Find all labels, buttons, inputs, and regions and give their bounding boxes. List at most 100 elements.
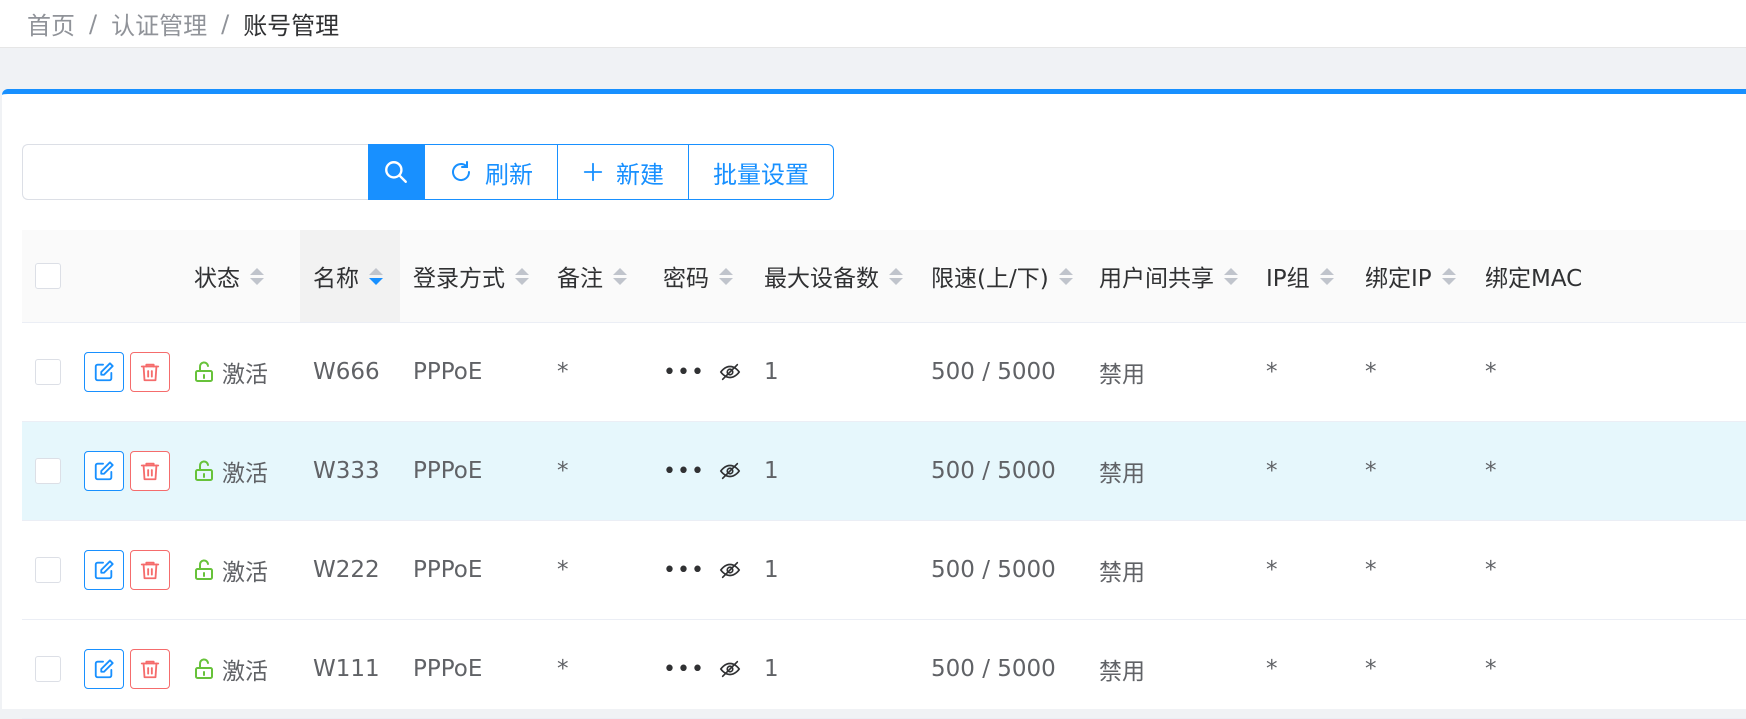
- row-checkbox-cell: [35, 620, 61, 718]
- breadcrumb-section[interactable]: 认证管理: [111, 6, 207, 41]
- refresh-icon: [452, 161, 471, 181]
- column-remark[interactable]: 备注: [557, 230, 627, 322]
- table-row: 激活 W333 PPPoE * ••• 1 500 / 5000 禁用 * * …: [22, 422, 1746, 521]
- new-label: 新建: [616, 160, 664, 189]
- row-login: PPPoE: [413, 359, 483, 385]
- edit-button[interactable]: [84, 451, 124, 491]
- delete-button[interactable]: [130, 352, 170, 392]
- status-text: 激活: [222, 362, 268, 388]
- select-all-checkbox[interactable]: [35, 263, 61, 289]
- search-input[interactable]: [22, 144, 368, 200]
- delete-button[interactable]: [130, 649, 170, 689]
- toolbar: 刷新 新建 批量设置: [22, 144, 834, 200]
- edit-icon: [94, 461, 114, 481]
- row-remark: *: [557, 458, 569, 484]
- sort-icon[interactable]: [719, 267, 733, 285]
- edit-button[interactable]: [84, 649, 124, 689]
- column-bind-mac[interactable]: 绑定MAC: [1485, 230, 1746, 322]
- column-name[interactable]: 名称: [300, 230, 400, 322]
- column-password[interactable]: 密码: [663, 230, 733, 322]
- search-button[interactable]: [368, 144, 424, 200]
- row-checkbox[interactable]: [35, 557, 61, 583]
- row-status: 激活: [194, 323, 268, 421]
- row-checkbox[interactable]: [35, 656, 61, 682]
- row-ip-group: *: [1266, 656, 1278, 682]
- row-checkbox[interactable]: [35, 359, 61, 385]
- plus-icon: [583, 162, 603, 182]
- column-login-label: 登录方式: [413, 266, 505, 292]
- breadcrumb-separator: /: [221, 9, 230, 38]
- row-password: •••: [663, 323, 741, 421]
- sort-icon[interactable]: [613, 267, 627, 285]
- sort-icon[interactable]: [1319, 267, 1334, 285]
- eye-off-icon[interactable]: [719, 460, 741, 482]
- breadcrumb-home[interactable]: 首页: [27, 6, 75, 41]
- edit-button[interactable]: [84, 352, 124, 392]
- row-checkbox-cell: [35, 323, 61, 421]
- column-max-devices-label: 最大设备数: [764, 266, 879, 292]
- row-login: PPPoE: [413, 557, 483, 583]
- row-status: 激活: [194, 521, 268, 619]
- row-checkbox-cell: [35, 422, 61, 520]
- row-bind-ip: *: [1365, 458, 1377, 484]
- row-remark: *: [557, 557, 569, 583]
- batch-settings-button[interactable]: 批量设置: [689, 144, 834, 200]
- breadcrumb-current: 账号管理: [243, 12, 340, 40]
- column-name-label: 名称: [313, 266, 359, 292]
- sort-icon[interactable]: [1058, 267, 1073, 285]
- eye-off-icon[interactable]: [719, 559, 741, 581]
- column-speed[interactable]: 限速(上/下): [931, 230, 1073, 322]
- edit-button[interactable]: [84, 550, 124, 590]
- row-speed: 500 / 5000: [931, 458, 1056, 484]
- row-max-devices: 1: [764, 557, 779, 583]
- edit-icon: [94, 362, 114, 382]
- row-checkbox[interactable]: [35, 458, 61, 484]
- main-card: 刷新 新建 批量设置 状态 名称 登录方式 备注 密码 最大设备数 限速(上/下…: [2, 89, 1746, 719]
- sort-icon[interactable]: [1224, 267, 1238, 285]
- row-bind-mac: *: [1485, 656, 1497, 682]
- row-status: 激活: [194, 620, 268, 718]
- delete-button[interactable]: [130, 451, 170, 491]
- sort-icon[interactable]: [250, 267, 264, 285]
- row-share: 禁用: [1099, 362, 1145, 388]
- batch-label: 批量设置: [713, 160, 809, 189]
- search-icon: [385, 161, 407, 183]
- eye-off-icon[interactable]: [719, 361, 741, 383]
- row-share: 禁用: [1099, 560, 1145, 586]
- row-bind-mac: *: [1485, 359, 1497, 385]
- row-actions: [84, 323, 176, 421]
- row-speed: 500 / 5000: [931, 656, 1056, 682]
- column-login[interactable]: 登录方式: [413, 230, 529, 322]
- column-bind-ip-label: 绑定IP: [1365, 266, 1432, 292]
- row-max-devices: 1: [764, 656, 779, 682]
- eye-off-icon[interactable]: [719, 658, 741, 680]
- row-bind-ip: *: [1365, 359, 1377, 385]
- sort-icon[interactable]: [515, 267, 529, 285]
- row-bind-ip: *: [1365, 656, 1377, 682]
- sort-icon[interactable]: [369, 267, 383, 285]
- accounts-table: 状态 名称 登录方式 备注 密码 最大设备数 限速(上/下) 用户间共享 IP组…: [22, 230, 1746, 719]
- row-login: PPPoE: [413, 458, 483, 484]
- delete-button[interactable]: [130, 550, 170, 590]
- row-bind-ip: *: [1365, 557, 1377, 583]
- column-status[interactable]: 状态: [194, 230, 264, 322]
- new-button[interactable]: 新建: [558, 144, 689, 200]
- password-mask: •••: [663, 359, 705, 385]
- table-row: 激活 W111 PPPoE * ••• 1 500 / 5000 禁用 * * …: [22, 620, 1746, 719]
- column-share[interactable]: 用户间共享: [1099, 230, 1238, 322]
- row-ip-group: *: [1266, 458, 1278, 484]
- row-checkbox-cell: [35, 521, 61, 619]
- column-max-devices[interactable]: 最大设备数: [764, 230, 903, 322]
- column-bind-ip[interactable]: 绑定IP: [1365, 230, 1456, 322]
- row-remark: *: [557, 656, 569, 682]
- row-bind-mac: *: [1485, 557, 1497, 583]
- row-status: 激活: [194, 422, 268, 520]
- trash-icon: [140, 660, 160, 679]
- row-ip-group: *: [1266, 359, 1278, 385]
- row-ip-group: *: [1266, 557, 1278, 583]
- refresh-button[interactable]: 刷新: [424, 144, 558, 200]
- sort-icon[interactable]: [889, 267, 903, 285]
- sort-icon[interactable]: [1441, 267, 1456, 285]
- column-ip-group[interactable]: IP组: [1266, 230, 1334, 322]
- row-bind-mac: *: [1485, 458, 1497, 484]
